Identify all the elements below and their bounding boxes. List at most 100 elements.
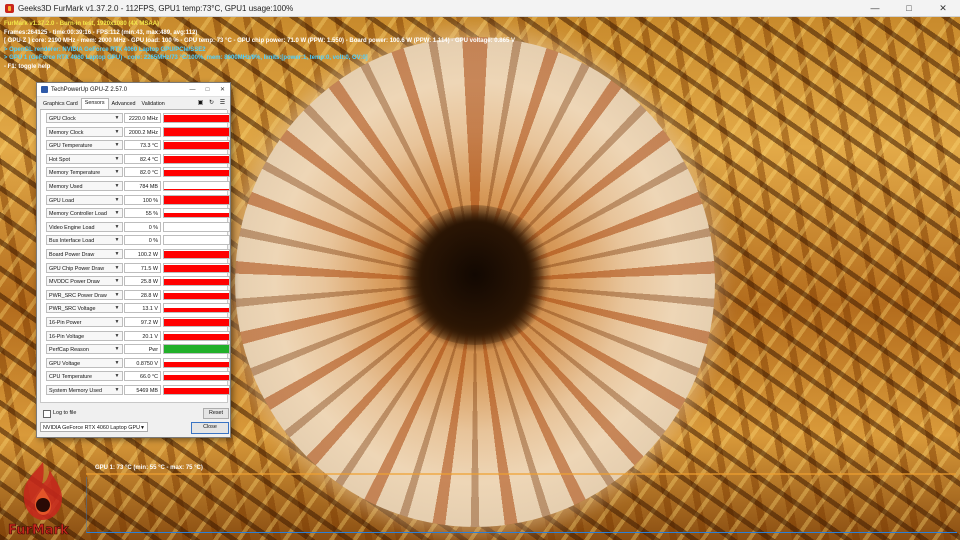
furmark-logo: FurMark: [8, 462, 69, 538]
chevron-down-icon[interactable]: ▼: [112, 113, 122, 123]
hud-title-line: FurMark v1.37.2.0 - Burn-in test, 1920x1…: [4, 21, 160, 27]
logo-wordmark: FurMark: [8, 523, 69, 538]
chevron-down-icon[interactable]: ▼: [112, 140, 122, 150]
sensor-graph: [163, 153, 230, 164]
sensor-graph: [163, 344, 230, 355]
sensor-value: 25.8 W: [124, 276, 161, 287]
sensor-value: 73.3 °C: [124, 140, 161, 151]
sensor-graph: [163, 317, 230, 327]
sensor-row: PWR_SRC Voltage ▼ 13.1 V: [43, 302, 230, 314]
log-to-file-checkbox[interactable]: [43, 410, 51, 418]
reset-button[interactable]: Reset: [203, 408, 229, 419]
sensor-row: Memory Controller Load ▼ 55 %: [43, 207, 230, 219]
close-window-button[interactable]: ✕: [926, 0, 960, 16]
temperature-line: [86, 473, 956, 475]
chevron-down-icon[interactable]: ▼: [112, 195, 122, 205]
sensor-graph: [163, 262, 230, 273]
sensor-graph: [163, 140, 230, 151]
minimize-icon: —: [189, 86, 196, 93]
sensor-row: System Memory Used ▼ 5469 MB: [43, 384, 230, 396]
chevron-down-icon[interactable]: ▼: [112, 358, 122, 368]
gpuz-bottom-bar: Log to file Reset: [43, 408, 229, 419]
sensor-graph: [163, 167, 230, 178]
sensor-value: 55 %: [124, 208, 161, 219]
chevron-down-icon[interactable]: ▼: [112, 276, 122, 286]
fur-donut-core: [395, 205, 555, 345]
sensor-graph: [163, 357, 230, 368]
gpuz-minimize-button[interactable]: —: [185, 87, 200, 93]
window-titlebar: Geeks3D FurMark v1.37.2.0 - 112FPS, GPU1…: [0, 0, 960, 17]
menu-icon[interactable]: ☰: [219, 99, 226, 106]
chevron-down-icon[interactable]: ▼: [112, 344, 122, 354]
sensor-graph: [163, 126, 230, 137]
close-icon: ✕: [219, 87, 226, 93]
sensors-panel: GPU Clock ▼ 2220.0 MHz Memory Clock ▼ 2000.2 …: [40, 110, 230, 403]
gpuz-close-button[interactable]: ✕: [215, 86, 230, 93]
sensor-row: GPU Clock ▼ 2220.0 MHz: [43, 112, 230, 124]
tab-advanced[interactable]: Advanced: [109, 100, 139, 109]
sensor-value: 100.2 W: [124, 249, 161, 259]
maximize-icon: □: [906, 3, 912, 13]
sensor-value: 5469 MB: [124, 385, 161, 395]
chevron-down-icon[interactable]: ▼: [112, 371, 122, 381]
sensor-value: 2220.0 MHz: [124, 113, 161, 123]
window-title: Geeks3D FurMark v1.37.2.0 - 112FPS, GPU1…: [18, 3, 294, 13]
sensor-row: MVDDC Power Draw ▼ 25.8 W: [43, 275, 230, 287]
sensor-graph: [163, 303, 230, 314]
sensor-row: Hot Spot ▼ 82.4 °C: [43, 153, 230, 165]
temperature-graph: [86, 477, 957, 533]
chevron-down-icon[interactable]: ▼: [112, 317, 122, 327]
gpuz-titlebar[interactable]: TechPowerUp GPU-Z 2.57.0 — □ ✕: [37, 83, 230, 97]
sensor-value: 82.4 °C: [124, 153, 161, 164]
sensor-row: GPU Load ▼ 100 %: [43, 194, 230, 206]
close-icon: ✕: [939, 2, 947, 13]
gpu-select-dropdown[interactable]: NVIDIA GeForce RTX 4060 Laptop GPU ▼: [40, 422, 148, 432]
gpuz-window: TechPowerUp GPU-Z 2.57.0 — □ ✕ Graphics …: [36, 82, 231, 438]
chevron-down-icon[interactable]: ▼: [112, 263, 122, 273]
chevron-down-icon[interactable]: ▼: [112, 167, 122, 177]
chevron-down-icon[interactable]: ▼: [112, 235, 122, 245]
chevron-down-icon[interactable]: ▼: [112, 181, 122, 191]
sensor-value: 71.5 W: [124, 262, 161, 273]
gpuz-maximize-button[interactable]: □: [200, 87, 215, 93]
sensor-graph-fill: [164, 292, 229, 299]
chevron-down-icon[interactable]: ▼: [112, 385, 122, 395]
hud-gpuz-line: [ GPU-Z ] core: 2190 MHz - mem: 2000 MHz…: [4, 38, 515, 45]
sensor-value: 97.2 W: [124, 317, 161, 327]
sensor-value: 2000.2 MHz: [124, 126, 161, 137]
tab-validation[interactable]: Validation: [139, 100, 168, 109]
chevron-down-icon[interactable]: ▼: [112, 154, 122, 164]
chevron-down-icon[interactable]: ▼: [112, 290, 122, 300]
chevron-down-icon[interactable]: ▼: [112, 208, 122, 218]
minimize-button[interactable]: —: [858, 0, 892, 16]
chevron-down-icon[interactable]: ▼: [112, 127, 122, 137]
sensor-value: 28.8 W: [124, 289, 161, 300]
sensor-graph: [163, 113, 230, 123]
sensor-graph-fill: [164, 196, 229, 204]
sensor-graph: [163, 235, 230, 246]
sensor-graph-fill: [164, 345, 229, 354]
chevron-down-icon[interactable]: ▼: [112, 249, 122, 259]
sensor-value: 100 %: [124, 194, 161, 205]
sensor-graph-fill: [164, 114, 229, 122]
sensor-value: Pwr: [124, 344, 161, 355]
sensor-value: 66.0 °C: [124, 371, 161, 382]
tab-sensors[interactable]: Sensors: [80, 98, 109, 109]
sensor-value: 0.8750 V: [124, 357, 161, 368]
chevron-down-icon[interactable]: ▼: [112, 222, 122, 232]
sensor-graph: [163, 249, 230, 259]
log-to-file-label: Log to file: [53, 410, 77, 416]
chevron-down-icon[interactable]: ▼: [112, 331, 122, 341]
sensor-row: Board Power Draw ▼ 100.2 W: [43, 248, 230, 260]
sensor-graph-fill: [164, 128, 229, 136]
camera-icon[interactable]: ▣: [197, 99, 204, 106]
sensor-row: GPU Voltage ▼ 0.8750 V: [43, 357, 230, 369]
gpuz-title: TechPowerUp GPU-Z 2.57.0: [51, 86, 128, 93]
tab-graphics-card[interactable]: Graphics Card: [40, 100, 81, 109]
close-button[interactable]: Close: [191, 422, 229, 434]
maximize-button[interactable]: □: [892, 0, 926, 16]
sensor-graph-fill: [164, 279, 229, 286]
chevron-down-icon[interactable]: ▼: [112, 303, 122, 313]
sensor-row: 16-Pin Power ▼ 97.2 W: [43, 316, 230, 328]
refresh-icon[interactable]: ↻: [208, 99, 215, 106]
